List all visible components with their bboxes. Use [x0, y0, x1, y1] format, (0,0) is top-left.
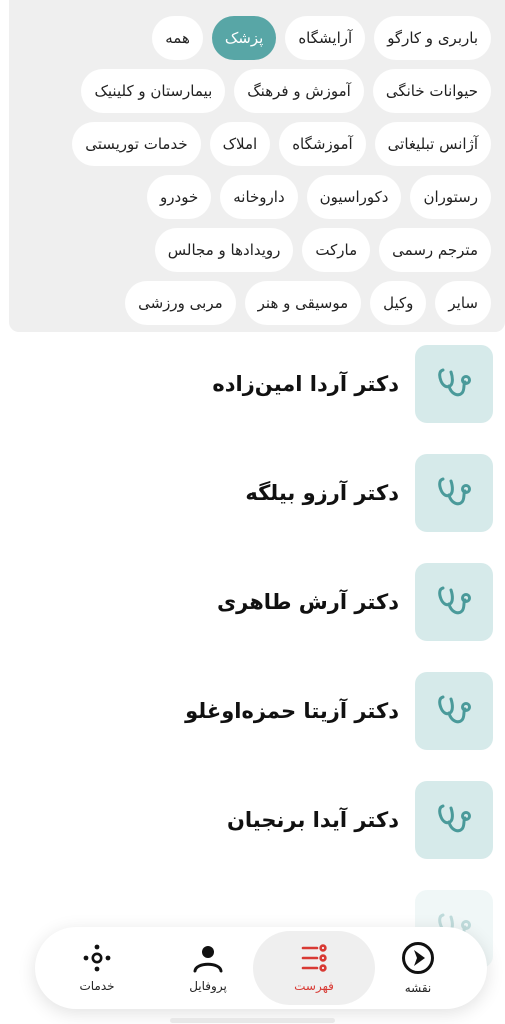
- list-item[interactable]: دکتر آردا امین‌زاده: [13, 345, 493, 423]
- doctor-name: دکتر آزیتا حمزه‌اوغلو: [185, 699, 399, 723]
- chip-tourism[interactable]: خدمات توریستی: [72, 122, 201, 166]
- nav-profile[interactable]: پروفایل: [158, 927, 258, 1009]
- list-item[interactable]: دکتر آرزو بیلگه: [13, 454, 493, 532]
- chip-cargo[interactable]: باربری و کارگو: [374, 16, 491, 60]
- doctor-name: دکتر آرش طاهری: [216, 590, 399, 614]
- profile-icon: [193, 946, 223, 973]
- page: همه پزشک آرایشگاه باربری و کارگو بیمارست…: [0, 0, 505, 1024]
- home-indicator: [170, 1018, 335, 1023]
- chip-pharmacy[interactable]: داروخانه: [220, 175, 298, 219]
- stethoscope-icon: [415, 454, 493, 532]
- chip-trainer[interactable]: مربی ورزشی: [125, 281, 236, 325]
- chip-music-art[interactable]: موسیقی و هنر: [244, 281, 362, 325]
- chip-row-6: مربی ورزشی موسیقی و هنر وکیل سایر: [125, 281, 491, 325]
- services-icon: [83, 944, 111, 972]
- stethoscope-icon: [415, 563, 493, 641]
- doctor-name: دکتر آیدا برنجیان: [226, 808, 399, 832]
- doctor-name: دکتر آرزو بیلگه: [245, 481, 399, 505]
- chip-market[interactable]: مارکت: [302, 228, 371, 272]
- chip-translator[interactable]: مترجم رسمی: [379, 228, 491, 272]
- nav-map-label: نقشه: [404, 981, 432, 995]
- chip-events[interactable]: رویدادها و مجالس: [154, 228, 294, 272]
- category-filter-panel: همه پزشک آرایشگاه باربری و کارگو بیمارست…: [9, 0, 505, 332]
- chip-salon[interactable]: آرایشگاه: [285, 16, 366, 60]
- chip-school[interactable]: آموزشگاه: [279, 122, 366, 166]
- chip-car[interactable]: خودرو: [147, 175, 212, 219]
- chip-row-1: همه پزشک آرایشگاه باربری و کارگو: [152, 16, 491, 60]
- stethoscope-icon: [415, 781, 493, 859]
- chip-all[interactable]: همه: [152, 16, 203, 60]
- nav-list[interactable]: فهرست: [253, 931, 375, 1005]
- chip-doctor[interactable]: پزشک: [211, 16, 277, 60]
- nav-list-label: فهرست: [294, 979, 334, 993]
- bottom-navigation: خدمات پروفایل فهرست نقشه: [35, 927, 487, 1009]
- stethoscope-icon: [415, 345, 493, 423]
- nav-profile-label: پروفایل: [189, 979, 227, 993]
- chip-row-3: خدمات توریستی املاک آموزشگاه آژانس تبلیغ…: [72, 122, 491, 166]
- chip-advertising[interactable]: آژانس تبلیغاتی: [374, 122, 491, 166]
- chip-row-4: خودرو داروخانه دکوراسیون رستوران: [147, 175, 491, 219]
- compass-icon: [402, 942, 434, 974]
- chip-pets[interactable]: حیوانات خانگی: [372, 69, 491, 113]
- list-item[interactable]: دکتر آزیتا حمزه‌اوغلو: [13, 672, 493, 750]
- list-icon: [301, 944, 327, 972]
- chip-restaurant[interactable]: رستوران: [410, 175, 491, 219]
- list-item[interactable]: دکتر آرش طاهری: [13, 563, 493, 641]
- chip-lawyer[interactable]: وکیل: [370, 281, 427, 325]
- chip-real-estate[interactable]: املاک: [209, 122, 271, 166]
- chip-decoration[interactable]: دکوراسیون: [306, 175, 402, 219]
- list-item[interactable]: دکتر آیدا برنجیان: [13, 781, 493, 859]
- chip-row-2: بیمارستان و کلینیک آموزش و فرهنگ حیوانات…: [81, 69, 491, 113]
- nav-services-label: خدمات: [79, 979, 115, 993]
- chip-education[interactable]: آموزش و فرهنگ: [234, 69, 364, 113]
- doctor-name: دکتر آردا امین‌زاده: [212, 372, 399, 396]
- nav-services[interactable]: خدمات: [47, 927, 147, 1009]
- chip-other[interactable]: سایر: [435, 281, 491, 325]
- chip-row-5: رویدادها و مجالس مارکت مترجم رسمی: [154, 228, 491, 272]
- nav-map[interactable]: نقشه: [368, 927, 468, 1009]
- chip-hospital[interactable]: بیمارستان و کلینیک: [81, 69, 226, 113]
- stethoscope-icon: [415, 672, 493, 750]
